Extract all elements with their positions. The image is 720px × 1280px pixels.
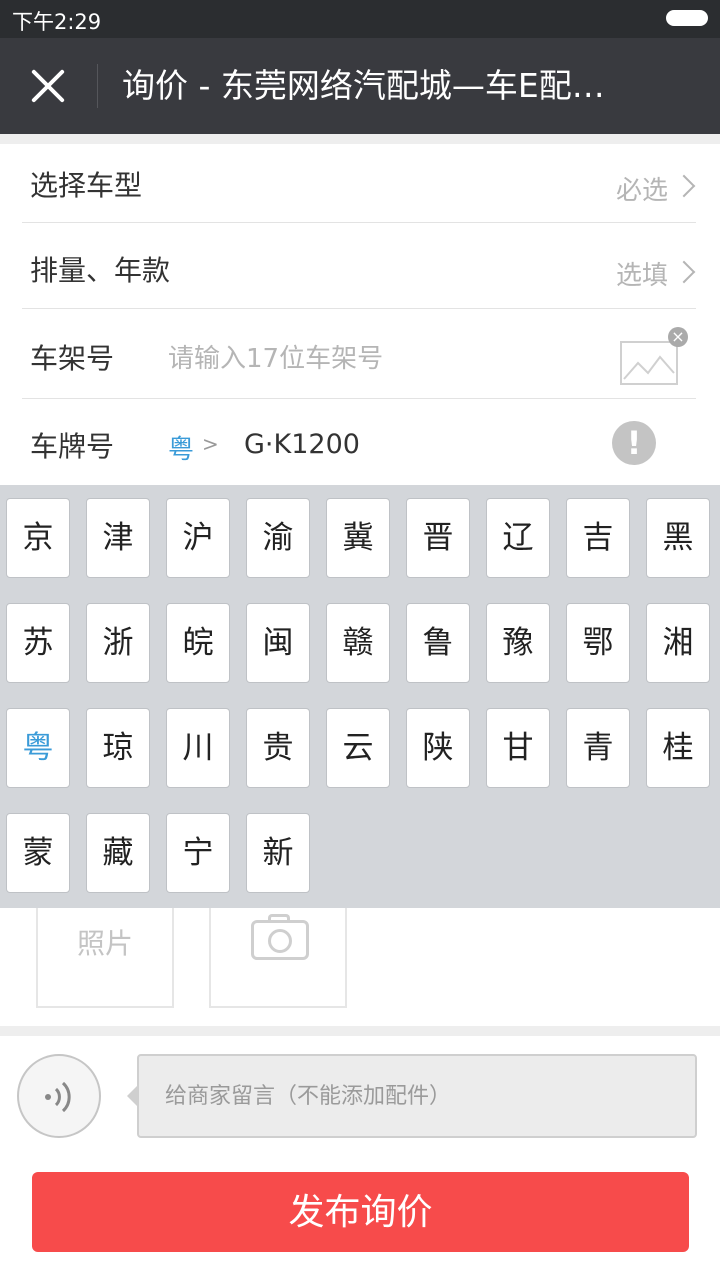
key-province[interactable]: 鲁 [406, 603, 470, 683]
plate-number-input[interactable]: G·K1200 [244, 429, 360, 460]
photo-label: 照片 [76, 927, 133, 960]
key-province[interactable]: 晋 [406, 498, 470, 578]
vin-input[interactable] [168, 339, 588, 379]
key-province[interactable]: 粤 [6, 708, 70, 788]
vehicle-model-row[interactable]: 选择车型 必选 [22, 144, 696, 223]
message-box [127, 1054, 697, 1138]
page-title: 询价 - 东莞网络汽配城—车E配… [122, 66, 605, 105]
vehicle-model-hint: 必选 [615, 176, 668, 206]
warning-icon[interactable]: ! [612, 421, 656, 465]
photo-upload-box[interactable]: 照片 [36, 908, 174, 1008]
section-gap [0, 134, 720, 144]
key-province[interactable]: 鄂 [566, 603, 630, 683]
key-province[interactable]: 浙 [86, 603, 150, 683]
chevron-right-icon [672, 174, 696, 198]
title-bar: 询价 - 东莞网络汽配城—车E配… [0, 38, 720, 134]
displacement-year-label: 排量、年款 [30, 254, 171, 287]
key-province[interactable]: 甘 [486, 708, 550, 788]
image-close-icon[interactable]: × [668, 327, 688, 347]
displacement-year-row[interactable]: 排量、年款 选填 [22, 223, 696, 309]
key-province[interactable]: 桂 [646, 708, 710, 788]
key-province[interactable]: 皖 [166, 603, 230, 683]
title-divider [97, 64, 98, 108]
key-province[interactable]: 贵 [246, 708, 310, 788]
section-gap [0, 1026, 720, 1036]
chevron-right-icon [672, 260, 696, 284]
key-province[interactable]: 赣 [326, 603, 390, 683]
key-province[interactable]: 湘 [646, 603, 710, 683]
close-icon[interactable] [22, 60, 74, 112]
key-province[interactable]: 黑 [646, 498, 710, 578]
battery-icon [666, 10, 708, 26]
vin-label: 车架号 [30, 342, 115, 375]
key-province[interactable]: 川 [166, 708, 230, 788]
vin-row: 车架号 × [22, 309, 696, 399]
key-province[interactable]: 冀 [326, 498, 390, 578]
key-province[interactable]: 渝 [246, 498, 310, 578]
camera-icon [251, 914, 309, 960]
plate-label: 车牌号 [30, 430, 115, 463]
key-province[interactable]: 宁 [166, 813, 230, 893]
key-province[interactable]: 京 [6, 498, 70, 578]
key-province[interactable]: 豫 [486, 603, 550, 683]
publish-inquiry-button[interactable]: 发布询价 [32, 1172, 689, 1252]
province-arrow-icon: > [202, 432, 219, 456]
key-province[interactable]: 津 [86, 498, 150, 578]
key-province[interactable]: 琼 [86, 708, 150, 788]
key-province[interactable]: 辽 [486, 498, 550, 578]
key-province[interactable]: 青 [566, 708, 630, 788]
key-province[interactable]: 蒙 [6, 813, 70, 893]
message-input[interactable] [165, 1076, 665, 1116]
key-province[interactable]: 新 [246, 813, 310, 893]
camera-upload-box[interactable] [209, 908, 347, 1008]
plate-row: 车牌号 粤 > G·K1200 ! [22, 399, 696, 485]
key-province[interactable]: 吉 [566, 498, 630, 578]
image-icon[interactable] [620, 341, 678, 385]
status-bar: 下午2:29 [0, 0, 720, 38]
key-province[interactable]: 沪 [166, 498, 230, 578]
plate-province-selector[interactable]: 粤 [168, 429, 194, 466]
status-time: 下午2:29 [12, 10, 102, 34]
key-province[interactable]: 苏 [6, 603, 70, 683]
displacement-year-hint: 选填 [615, 261, 668, 291]
key-province[interactable]: 闽 [246, 603, 310, 683]
vehicle-model-label: 选择车型 [30, 169, 143, 202]
key-province[interactable]: 云 [326, 708, 390, 788]
key-province[interactable]: 陕 [406, 708, 470, 788]
voice-icon[interactable] [17, 1054, 101, 1138]
key-province[interactable]: 藏 [86, 813, 150, 893]
province-keyboard: 京津沪渝冀晋辽吉黑苏浙皖闽赣鲁豫鄂湘粤琼川贵云陕甘青桂蒙藏宁新 [0, 485, 720, 908]
